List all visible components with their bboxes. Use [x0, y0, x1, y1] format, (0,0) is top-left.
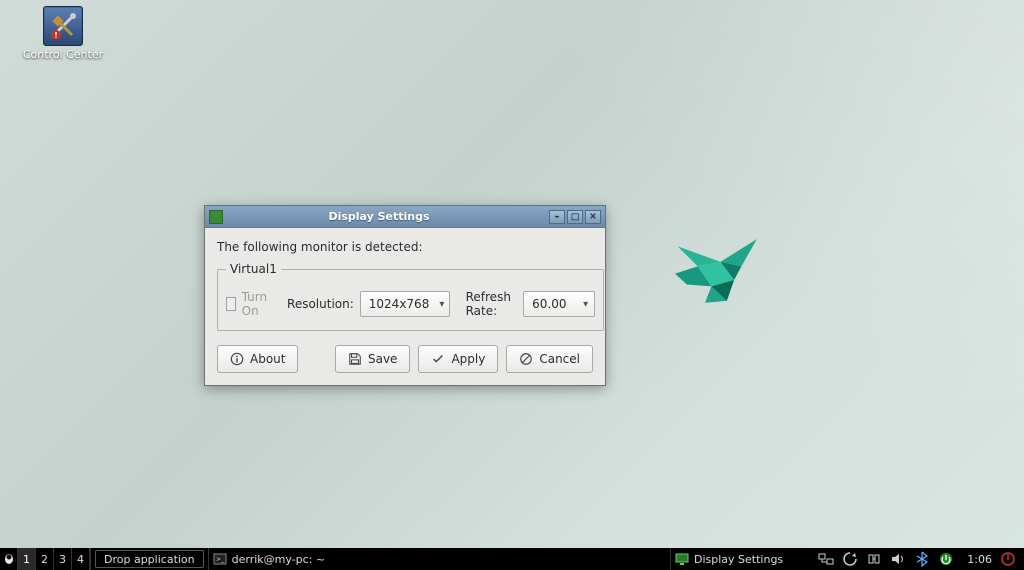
minimize-button[interactable]: – [549, 210, 565, 224]
workspace-pager: 1 2 3 4 [18, 548, 91, 570]
task-terminal[interactable]: >_ derrik@my-pc: ~ [208, 548, 348, 570]
workspace-3[interactable]: 3 [54, 548, 72, 570]
task-display-settings[interactable]: Display Settings [670, 548, 810, 570]
save-button[interactable]: Save [335, 345, 410, 373]
svg-text:!: ! [54, 31, 58, 40]
workspace-4[interactable]: 4 [72, 548, 90, 570]
about-label: About [250, 352, 285, 366]
desktop: ! Control Center Display Settings – □ ✕ … [0, 0, 1024, 570]
taskbar: 1 2 3 4 Drop application >_ derrik@my-pc… [0, 548, 1024, 570]
display-settings-task-icon [675, 552, 689, 566]
display-settings-window: Display Settings – □ ✕ The following mon… [204, 205, 606, 386]
save-label: Save [368, 352, 397, 366]
chevron-down-icon: ▾ [583, 299, 588, 310]
wallpaper-bird [670, 230, 780, 330]
detect-text: The following monitor is detected: [217, 240, 593, 254]
monitor-name: Virtual1 [226, 262, 281, 276]
refresh-rate-value: 60.00 [532, 297, 566, 311]
window-body: The following monitor is detected: Virtu… [205, 228, 605, 385]
penguin-icon [3, 553, 15, 565]
cancel-icon [519, 352, 533, 366]
desktop-icon-control-center[interactable]: ! Control Center [18, 6, 108, 61]
workspace-2[interactable]: 2 [36, 548, 54, 570]
desktop-icon-label: Control Center [18, 48, 108, 61]
workspace-1[interactable]: 1 [18, 548, 36, 570]
apply-label: Apply [451, 352, 485, 366]
cancel-label: Cancel [539, 352, 580, 366]
control-center-icon: ! [43, 6, 83, 46]
resolution-value: 1024x768 [369, 297, 430, 311]
bluetooth-icon[interactable] [914, 551, 930, 567]
power-icon[interactable] [938, 551, 954, 567]
logout-icon[interactable] [1000, 551, 1016, 567]
system-tray: 1:06 [810, 548, 1024, 570]
drop-application-target[interactable]: Drop application [95, 550, 204, 568]
task-display-settings-label: Display Settings [694, 553, 783, 566]
cancel-button[interactable]: Cancel [506, 345, 593, 373]
apply-button[interactable]: Apply [418, 345, 498, 373]
save-icon [348, 352, 362, 366]
turn-on-checkbox[interactable] [226, 297, 236, 311]
monitor-group: Virtual1 Turn On Resolution: 1024x768 ▾ … [217, 262, 604, 331]
info-icon [230, 352, 244, 366]
task-terminal-label: derrik@my-pc: ~ [232, 553, 325, 566]
refresh-rate-combo[interactable]: 60.00 ▾ [523, 291, 595, 317]
maximize-button[interactable]: □ [567, 210, 583, 224]
clock[interactable]: 1:06 [962, 553, 992, 566]
window-title: Display Settings [209, 210, 549, 223]
about-button[interactable]: About [217, 345, 298, 373]
turn-on-label: Turn On [242, 290, 272, 318]
network-manager-icon[interactable] [818, 551, 834, 567]
ethernet-icon[interactable] [866, 551, 882, 567]
refresh-rate-label: Refresh Rate: [466, 290, 518, 318]
volume-icon[interactable] [890, 551, 906, 567]
terminal-icon: >_ [213, 552, 227, 566]
chevron-down-icon: ▾ [439, 299, 444, 310]
update-icon[interactable] [842, 551, 858, 567]
close-button[interactable]: ✕ [585, 210, 601, 224]
app-menu-button[interactable] [0, 548, 18, 570]
resolution-label: Resolution: [287, 297, 354, 311]
resolution-combo[interactable]: 1024x768 ▾ [360, 291, 450, 317]
svg-text:>_: >_ [216, 556, 225, 563]
titlebar[interactable]: Display Settings – □ ✕ [205, 206, 605, 228]
check-icon [431, 352, 445, 366]
